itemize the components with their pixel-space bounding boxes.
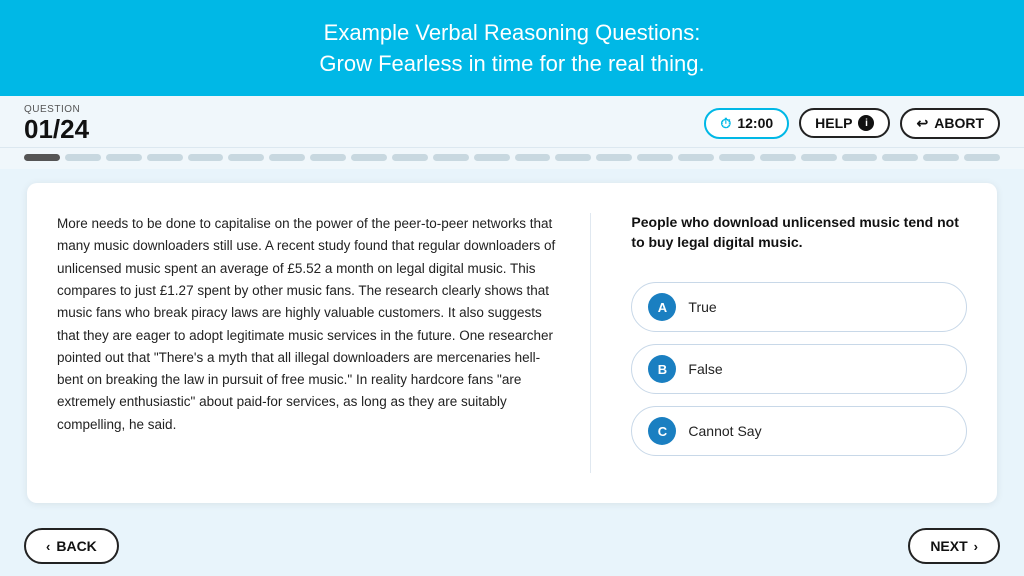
clock-icon: ⏱	[720, 115, 731, 132]
progress-segment-6	[228, 154, 264, 161]
progress-segment-14	[555, 154, 591, 161]
help-button[interactable]: HELP i	[799, 108, 890, 138]
progress-segment-24	[964, 154, 1000, 161]
main-content: More needs to be done to capitalise on t…	[0, 169, 1024, 516]
next-chevron-icon: ›	[974, 539, 978, 554]
progress-segment-17	[678, 154, 714, 161]
progress-segment-15	[596, 154, 632, 161]
question-card: More needs to be done to capitalise on t…	[27, 183, 997, 503]
progress-segment-13	[515, 154, 551, 161]
progress-segment-5	[188, 154, 224, 161]
progress-segment-22	[882, 154, 918, 161]
progress-segment-1	[24, 154, 60, 161]
answer-option-a[interactable]: A True	[631, 282, 967, 332]
progress-segment-21	[842, 154, 878, 161]
answers-column: People who download unlicensed music ten…	[631, 213, 967, 473]
progress-segment-8	[310, 154, 346, 161]
progress-segment-12	[474, 154, 510, 161]
back-label: BACK	[56, 538, 96, 554]
progress-segment-3	[106, 154, 142, 161]
progress-segment-10	[392, 154, 428, 161]
back-button[interactable]: ‹ BACK	[24, 528, 119, 564]
progress-segment-7	[269, 154, 305, 161]
help-label: HELP	[815, 115, 852, 131]
answer-option-c[interactable]: C Cannot Say	[631, 406, 967, 456]
top-bar-controls: ⏱ 12:00 HELP i ↩ ABORT	[704, 108, 1000, 139]
help-info-icon: i	[858, 115, 874, 131]
progress-segment-20	[801, 154, 837, 161]
back-chevron-icon: ‹	[46, 539, 50, 554]
footer: ‹ BACK NEXT ›	[0, 516, 1024, 576]
header-title: Example Verbal Reasoning Questions: Grow…	[20, 18, 1004, 80]
progress-segment-19	[760, 154, 796, 161]
progress-segment-16	[637, 154, 673, 161]
passage-column: More needs to be done to capitalise on t…	[57, 213, 591, 473]
abort-label: ABORT	[934, 115, 984, 131]
timer-button[interactable]: ⏱ 12:00	[704, 108, 789, 139]
answer-label-a: True	[688, 299, 716, 315]
progress-segment-9	[351, 154, 387, 161]
question-info: QUESTION 01/24	[24, 104, 89, 144]
next-button[interactable]: NEXT ›	[908, 528, 1000, 564]
answer-badge-a: A	[648, 293, 676, 321]
progress-bar	[0, 148, 1024, 169]
question-statement: People who download unlicensed music ten…	[631, 213, 967, 252]
top-bar: QUESTION 01/24 ⏱ 12:00 HELP i ↩ ABORT	[0, 96, 1024, 149]
answer-badge-c: C	[648, 417, 676, 445]
question-number: 01/24	[24, 115, 89, 144]
timer-value: 12:00	[737, 115, 773, 131]
header: Example Verbal Reasoning Questions: Grow…	[0, 0, 1024, 96]
question-label: QUESTION	[24, 104, 89, 115]
progress-segment-2	[65, 154, 101, 161]
next-label: NEXT	[930, 538, 967, 554]
abort-button[interactable]: ↩ ABORT	[900, 108, 1000, 139]
answer-option-b[interactable]: B False	[631, 344, 967, 394]
abort-icon: ↩	[916, 115, 928, 132]
progress-segment-18	[719, 154, 755, 161]
progress-segment-4	[147, 154, 183, 161]
answer-label-b: False	[688, 361, 722, 377]
answer-label-c: Cannot Say	[688, 423, 761, 439]
passage-text: More needs to be done to capitalise on t…	[57, 213, 560, 436]
progress-segment-23	[923, 154, 959, 161]
progress-segment-11	[433, 154, 469, 161]
answer-badge-b: B	[648, 355, 676, 383]
